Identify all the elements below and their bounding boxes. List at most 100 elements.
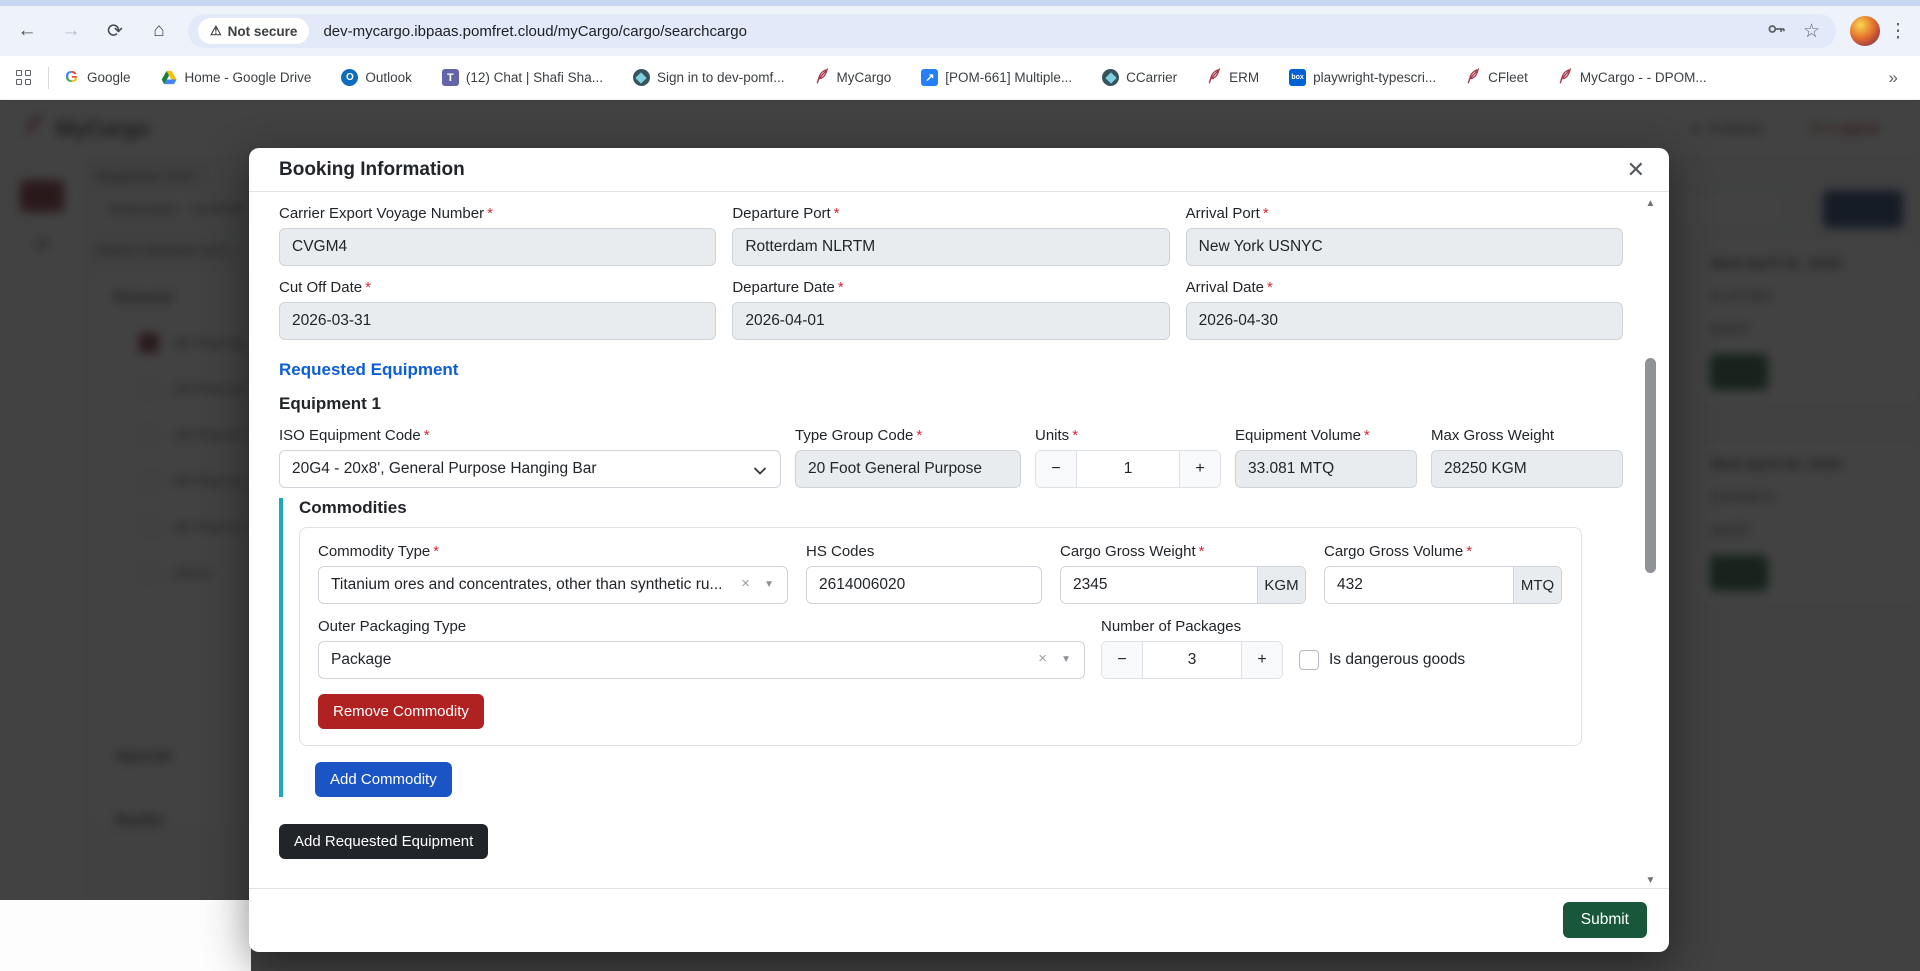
commodities-heading: Commodities bbox=[299, 498, 1623, 518]
bookmark-google-drive[interactable]: Home - Google Drive bbox=[161, 69, 312, 86]
submit-button[interactable]: Submit bbox=[1563, 902, 1647, 938]
bookmark-mycargo[interactable]: MyCargo bbox=[815, 68, 892, 88]
units-decrement-button[interactable]: − bbox=[1036, 451, 1076, 487]
caret-down-icon[interactable]: ▼ bbox=[1061, 654, 1071, 665]
signin-icon bbox=[633, 69, 650, 86]
apps-grid-icon[interactable] bbox=[16, 70, 32, 86]
equipment-grid: ISO Equipment Code* 20G4 - 20x8', Genera… bbox=[279, 427, 1623, 488]
commodities-section: Commodities Commodity Type* Titanium ore… bbox=[279, 498, 1623, 797]
cargo-gross-volume-input[interactable]: 432 bbox=[1325, 567, 1513, 603]
field-carrier-export-voyage: Carrier Export Voyage Number* CVGM4 bbox=[279, 205, 716, 266]
security-chip[interactable]: ⚠ Not secure bbox=[198, 18, 309, 44]
bookmark-label: MyCargo - - DPOM... bbox=[1580, 70, 1707, 85]
browser-menu-icon[interactable]: ⋮ bbox=[1884, 20, 1912, 43]
carrier-export-voyage-input[interactable]: CVGM4 bbox=[279, 228, 716, 266]
units-value-input[interactable]: 1 bbox=[1076, 451, 1180, 487]
equipment-volume-input[interactable]: 33.081 MTQ bbox=[1235, 450, 1417, 488]
bookmark-erm[interactable]: ERM bbox=[1207, 68, 1259, 88]
outer-packaging-type-select[interactable]: Package × ▼ bbox=[318, 641, 1085, 679]
add-commodity-button[interactable]: Add Commodity bbox=[315, 762, 452, 797]
units-stepper: − 1 + bbox=[1035, 450, 1221, 488]
commodity-type-select[interactable]: Titanium ores and concentrates, other th… bbox=[318, 566, 788, 604]
clear-icon[interactable]: × bbox=[1038, 650, 1047, 667]
field-cut-off-date: Cut Off Date* 2026-03-31 bbox=[279, 279, 716, 340]
clear-icon[interactable]: × bbox=[741, 575, 750, 592]
home-icon[interactable]: ⌂ bbox=[142, 14, 176, 48]
cargo-gross-weight-input[interactable]: 2345 bbox=[1061, 567, 1257, 603]
field-departure-date: Departure Date* 2026-04-01 bbox=[732, 279, 1169, 340]
bookmark-teams-chat[interactable]: T (12) Chat | Shafi Sha... bbox=[442, 69, 603, 86]
bookmark-label: CFleet bbox=[1488, 70, 1528, 85]
field-cargo-gross-volume: Cargo Gross Volume* 432 MTQ bbox=[1324, 543, 1562, 604]
booking-info-grid: Carrier Export Voyage Number* CVGM4 Depa… bbox=[279, 205, 1623, 340]
page-area: MyCargo ● Kuldeep ⏻ Logout ⇄ Departure P… bbox=[0, 100, 1920, 971]
caret-down-icon[interactable]: ▼ bbox=[764, 579, 774, 590]
bookmark-label: [POM-661] Multiple... bbox=[945, 70, 1072, 85]
jira-icon: ↗ bbox=[921, 69, 938, 86]
field-outer-packaging-type: Outer Packaging Type Package × ▼ bbox=[318, 618, 1085, 679]
teams-icon: T bbox=[442, 69, 459, 86]
bookmark-outlook[interactable]: O Outlook bbox=[341, 69, 412, 86]
bookmark-label: Google bbox=[87, 70, 131, 85]
scroll-down-icon[interactable]: ▼ bbox=[1643, 875, 1658, 886]
bookmarks-bar: G Google Home - Google Drive O Outlook T… bbox=[0, 56, 1920, 100]
type-group-code-input[interactable]: 20 Foot General Purpose bbox=[795, 450, 1021, 488]
field-arrival-date: Arrival Date* 2026-04-30 bbox=[1186, 279, 1623, 340]
bookmark-google[interactable]: G Google bbox=[63, 69, 131, 86]
packages-increment-button[interactable]: + bbox=[1242, 642, 1282, 678]
field-departure-port: Departure Port* Rotterdam NLRTM bbox=[732, 205, 1169, 266]
field-max-gross-weight: Max Gross Weight 28250 KGM bbox=[1431, 427, 1623, 488]
password-key-icon[interactable] bbox=[1765, 18, 1787, 45]
bookmark-ccarrier[interactable]: CCarrier bbox=[1102, 69, 1177, 86]
dangerous-goods-field: Is dangerous goods bbox=[1299, 641, 1529, 679]
field-iso-equipment-code: ISO Equipment Code* 20G4 - 20x8', Genera… bbox=[279, 427, 781, 488]
modal-scrollbar[interactable]: ▲ ▼ bbox=[1643, 198, 1658, 886]
bookmark-jira[interactable]: ↗ [POM-661] Multiple... bbox=[921, 69, 1072, 86]
chevron-down-icon bbox=[753, 463, 767, 481]
packages-decrement-button[interactable]: − bbox=[1102, 642, 1142, 678]
url-text[interactable]: dev-mycargo.ibpaas.pomfret.cloud/myCargo… bbox=[323, 23, 1765, 40]
scroll-up-icon[interactable]: ▲ bbox=[1643, 198, 1658, 209]
security-chip-label: Not secure bbox=[228, 24, 298, 39]
packages-stepper: − 3 + bbox=[1101, 641, 1283, 679]
bookmark-signin[interactable]: Sign in to dev-pomf... bbox=[633, 69, 785, 86]
bookmark-playwright[interactable]: box playwright-typescri... bbox=[1289, 69, 1436, 86]
feather-icon bbox=[815, 68, 830, 88]
dangerous-goods-checkbox[interactable] bbox=[1299, 650, 1319, 670]
equipment-1-heading: Equipment 1 bbox=[279, 394, 1623, 414]
cut-off-date-input[interactable]: 2026-03-31 bbox=[279, 302, 716, 340]
bookmark-label: ERM bbox=[1229, 70, 1259, 85]
iso-equipment-code-select[interactable]: 20G4 - 20x8', General Purpose Hanging Ba… bbox=[279, 450, 781, 488]
modal-body: Carrier Export Voyage Number* CVGM4 Depa… bbox=[249, 193, 1669, 888]
address-bar[interactable]: ⚠ Not secure dev-mycargo.ibpaas.pomfret.… bbox=[188, 14, 1836, 48]
hs-codes-input[interactable]: 2614006020 bbox=[806, 566, 1042, 604]
feather-icon bbox=[1207, 68, 1222, 88]
bookmark-cfleet[interactable]: CFleet bbox=[1466, 68, 1528, 88]
commodity-card: Commodity Type* Titanium ores and concen… bbox=[299, 527, 1582, 746]
max-gross-weight-input[interactable]: 28250 KGM bbox=[1431, 450, 1623, 488]
bookmark-label: Home - Google Drive bbox=[185, 70, 312, 85]
scrollbar-thumb[interactable] bbox=[1645, 358, 1656, 573]
arrival-port-input[interactable]: New York USNYC bbox=[1186, 228, 1623, 266]
bookmarks-overflow-icon[interactable]: » bbox=[1889, 68, 1898, 88]
arrival-date-input[interactable]: 2026-04-30 bbox=[1186, 302, 1623, 340]
back-icon[interactable]: ← bbox=[10, 14, 44, 48]
bookmark-star-icon[interactable]: ☆ bbox=[1803, 20, 1820, 43]
refresh-icon[interactable]: ⟳ bbox=[98, 14, 132, 48]
packages-value-input[interactable]: 3 bbox=[1142, 642, 1242, 678]
units-increment-button[interactable]: + bbox=[1180, 451, 1220, 487]
departure-date-input[interactable]: 2026-04-01 bbox=[732, 302, 1169, 340]
add-requested-equipment-button[interactable]: Add Requested Equipment bbox=[279, 824, 488, 859]
field-cargo-gross-weight: Cargo Gross Weight* 2345 KGM bbox=[1060, 543, 1306, 604]
close-icon[interactable]: ✕ bbox=[1627, 159, 1645, 181]
forward-icon[interactable]: → bbox=[54, 14, 88, 48]
field-number-of-packages: Number of Packages − 3 + bbox=[1101, 618, 1283, 679]
profile-avatar[interactable] bbox=[1850, 16, 1880, 46]
remove-commodity-button[interactable]: Remove Commodity bbox=[318, 694, 484, 729]
departure-port-input[interactable]: Rotterdam NLRTM bbox=[732, 228, 1169, 266]
modal-header: Booking Information ✕ bbox=[249, 148, 1669, 192]
field-type-group-code: Type Group Code* 20 Foot General Purpose bbox=[795, 427, 1021, 488]
outlook-icon: O bbox=[341, 69, 358, 86]
bookmark-mycargo-dpom[interactable]: MyCargo - - DPOM... bbox=[1558, 68, 1707, 88]
bookmark-label: MyCargo bbox=[837, 70, 892, 85]
